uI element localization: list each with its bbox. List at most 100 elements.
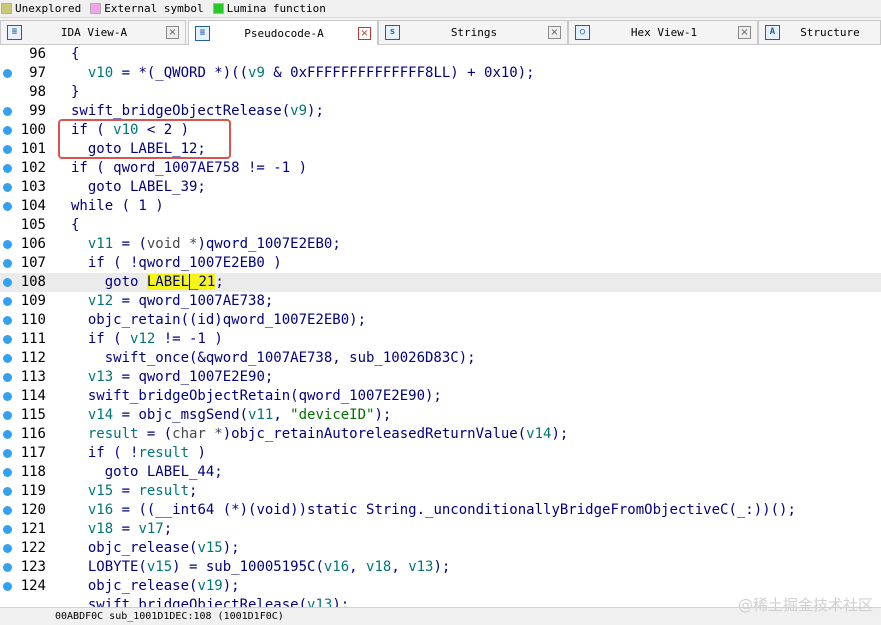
tab-structure[interactable]: A Structure	[758, 20, 881, 44]
code-line[interactable]: 108 goto LABEL_21;	[0, 273, 881, 292]
watermark: @稀土掘金技术社区	[737, 596, 873, 614]
tab-ida-view-a[interactable]: ≡ IDA View-A ×	[0, 20, 186, 44]
code-text: objc_release(v15);	[71, 540, 240, 556]
code-text: objc_retain((id)qword_1007E2EB0);	[71, 312, 367, 328]
breakpoint-dot-icon[interactable]	[3, 297, 12, 306]
pseudocode-icon: ≡	[195, 25, 210, 41]
breakpoint-dot-icon[interactable]	[3, 392, 12, 401]
tab-label: IDA View-A	[60, 26, 128, 39]
code-text: v18 = v17;	[87, 521, 173, 537]
breakpoint-dot-icon[interactable]	[3, 582, 12, 591]
legend-label: External symbol	[104, 2, 204, 15]
code-line[interactable]: 111 if ( v12 != -1 )	[0, 330, 881, 349]
legend-item: Lumina function	[212, 2, 326, 15]
code-text: if ( qword_1007AE758 != -1 )	[71, 160, 308, 176]
code-line[interactable]: 107 if ( !qword_1007E2EB0 )	[0, 254, 881, 273]
code-line[interactable]: 110 objc_retain((id)qword_1007E2EB0);	[0, 311, 881, 330]
line-number: 124	[20, 578, 46, 594]
code-line[interactable]: 119 v15 = result;	[0, 482, 881, 501]
code-text: result = (char *)objc_retainAutoreleased…	[87, 426, 569, 442]
breakpoint-dot-icon[interactable]	[3, 563, 12, 572]
code-line[interactable]: 116 result = (char *)objc_retainAutorele…	[0, 425, 881, 444]
code-line[interactable]: 102 if ( qword_1007AE758 != -1 )	[0, 159, 881, 178]
line-number: 101	[20, 141, 46, 157]
line-number: 120	[20, 502, 46, 518]
breakpoint-dot-icon[interactable]	[3, 430, 12, 439]
code-line[interactable]: 106 v11 = (void *)qword_1007E2EB0;	[0, 235, 881, 254]
line-number: 116	[20, 426, 46, 442]
breakpoint-dot-icon[interactable]	[3, 335, 12, 344]
breakpoint-dot-icon[interactable]	[3, 240, 12, 249]
breakpoint-dot-icon[interactable]	[3, 126, 12, 135]
close-icon[interactable]: ×	[738, 26, 751, 39]
breakpoint-dot-icon[interactable]	[3, 316, 12, 325]
breakpoint-dot-icon[interactable]	[3, 525, 12, 534]
code-line[interactable]: 98}	[0, 83, 881, 102]
breakpoint-dot-icon[interactable]	[3, 202, 12, 211]
breakpoint-dot-icon[interactable]	[3, 544, 12, 553]
breakpoint-dot-icon[interactable]	[3, 69, 12, 78]
code-line[interactable]: 115 v14 = objc_msgSend(v11, "deviceID");	[0, 406, 881, 425]
line-number: 118	[20, 464, 46, 480]
status-text: 00ABDF0C sub_1001D1DEC:108 (1001D1F0C)	[55, 611, 284, 622]
tab-pseudocode-a[interactable]: ≡ Pseudocode-A ×	[188, 20, 378, 45]
breakpoint-dot-icon[interactable]	[3, 145, 12, 154]
line-number: 114	[20, 388, 46, 404]
line-number: 113	[20, 369, 46, 385]
tab-label: Structure	[800, 26, 860, 39]
code-text: v11 = (void *)qword_1007E2EB0;	[87, 236, 341, 252]
code-text: swift_bridgeObjectRelease(v13);	[71, 597, 350, 607]
close-icon[interactable]: ×	[166, 26, 179, 39]
code-line[interactable]: 118 goto LABEL_44;	[0, 463, 881, 482]
code-text: }	[71, 84, 80, 100]
code-line[interactable]: 105 {	[0, 216, 881, 235]
line-number: 107	[20, 255, 46, 271]
breakpoint-dot-icon[interactable]	[3, 354, 12, 363]
code-line[interactable]: 122 objc_release(v15);	[0, 539, 881, 558]
code-line[interactable]: 96 {	[0, 45, 881, 64]
code-text: if ( !qword_1007E2EB0 )	[71, 255, 282, 271]
code-line[interactable]: 103 goto LABEL_39;	[0, 178, 881, 197]
code-text: swift_once(&qword_1007AE738, sub_10026D8…	[71, 350, 476, 366]
code-line[interactable]: 97 v10 = *(_QWORD *)((v9 & 0xFFFFFFFFFFF…	[0, 64, 881, 83]
code-text: swift_bridgeObjectRetain(qword_1007E2E90…	[71, 388, 442, 404]
code-line[interactable]: 114 swift_bridgeObjectRetain(qword_1007E…	[0, 387, 881, 406]
code-line[interactable]: 121 v18 = v17;	[0, 520, 881, 539]
breakpoint-dot-icon[interactable]	[3, 449, 12, 458]
code-line[interactable]: 112 swift_once(&qword_1007AE738, sub_100…	[0, 349, 881, 368]
breakpoint-dot-icon[interactable]	[3, 107, 12, 116]
code-text: if ( !result )	[71, 445, 206, 461]
code-line[interactable]: 123 LOBYTE(v15) = sub_10005195C(v16, v18…	[0, 558, 881, 577]
line-number: 109	[20, 293, 46, 309]
line-number: 104	[20, 198, 46, 214]
breakpoint-dot-icon[interactable]	[3, 373, 12, 382]
line-number: 115	[20, 407, 46, 423]
code-line[interactable]: 117 if ( !result )	[0, 444, 881, 463]
close-icon[interactable]: ×	[358, 26, 371, 40]
code-line[interactable]: 104 while ( 1 )	[0, 197, 881, 216]
breakpoint-dot-icon[interactable]	[3, 506, 12, 515]
breakpoint-dot-icon[interactable]	[3, 411, 12, 420]
line-number: 99	[29, 103, 46, 119]
annotation-box	[58, 119, 231, 159]
code-text: LOBYTE(v15) = sub_10005195C(v16, v18, v1…	[71, 559, 451, 575]
line-number: 105	[20, 217, 46, 233]
code-text: v12 = qword_1007AE738;	[87, 293, 274, 309]
strings-icon: s	[385, 25, 400, 40]
breakpoint-dot-icon[interactable]	[3, 278, 12, 287]
code-line[interactable]: 109 v12 = qword_1007AE738;	[0, 292, 881, 311]
breakpoint-dot-icon[interactable]	[3, 259, 12, 268]
tab-strings[interactable]: s Strings ×	[378, 20, 568, 44]
breakpoint-dot-icon[interactable]	[3, 487, 12, 496]
code-text: objc_release(v19);	[71, 578, 240, 594]
tab-label: Pseudocode-A	[244, 26, 324, 40]
code-line[interactable]: 120 v16 = ((__int64 (*)(void))static Str…	[0, 501, 881, 520]
line-number: 98	[29, 84, 46, 100]
line-number: 119	[20, 483, 46, 499]
tab-hex-view-1[interactable]: ○ Hex View-1 ×	[568, 20, 758, 44]
breakpoint-dot-icon[interactable]	[3, 164, 12, 173]
code-line[interactable]: 113 v13 = qword_1007E2E90;	[0, 368, 881, 387]
breakpoint-dot-icon[interactable]	[3, 183, 12, 192]
close-icon[interactable]: ×	[548, 26, 561, 39]
breakpoint-dot-icon[interactable]	[3, 468, 12, 477]
